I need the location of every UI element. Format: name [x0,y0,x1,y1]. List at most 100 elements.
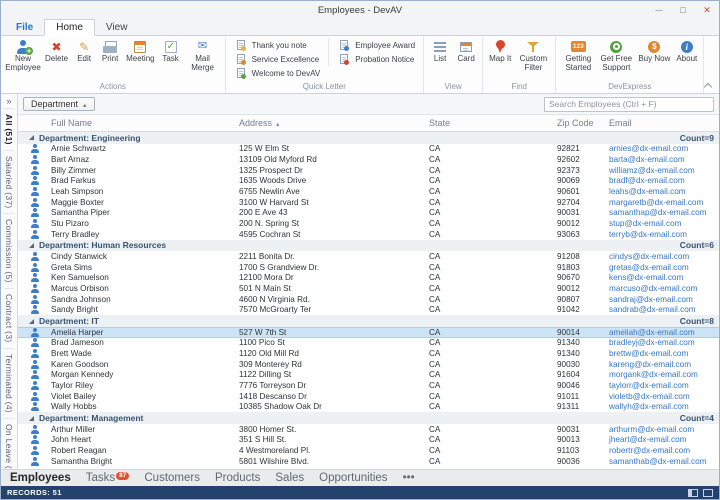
email-link[interactable]: arthurm@dx-email.com [606,425,719,434]
ribbon-button-new-employee[interactable]: +New Employee [5,38,41,72]
ribbon-button-card[interactable]: Card [454,38,478,64]
table-row[interactable]: Maggie Boxter3100 W Harvard StCA92704mar… [18,197,719,208]
column-header-state[interactable]: State [426,115,554,131]
group-row-department-engineering[interactable]: Department: EngineeringCount=9 [18,132,719,144]
doc-tab-overflow[interactable]: ••• [403,472,415,484]
group-row-department-human-resources[interactable]: Department: Human ResourcesCount=6 [18,240,719,252]
column-header-zip-code[interactable]: Zip Code [554,115,606,131]
table-row[interactable]: Violet Bailey1418 Descanso DrCA91011viol… [18,391,719,402]
table-row[interactable]: Karen Goodson309 Monterey RdCA90030karen… [18,359,719,370]
email-link[interactable]: margaretb@dx-email.com [606,198,719,207]
email-link[interactable]: barta@dx-email.com [606,155,719,164]
table-row[interactable]: Samantha Bright5801 Wilshire Blvd.CA9003… [18,456,719,467]
email-link[interactable]: bradf@dx-email.com [606,176,719,185]
email-link[interactable]: marcuso@dx-email.com [606,284,719,293]
table-row[interactable]: Morgan Kennedy1122 Dilling StCA91604morg… [18,370,719,381]
table-row[interactable]: Greta Sims1700 S Grandview Dr.CA91803gre… [18,262,719,273]
table-row[interactable]: Sandra Johnson4600 N Virginia Rd.CA90807… [18,294,719,305]
quick-letter-welcome-to-devav[interactable]: Welcome to DevAV [230,66,325,80]
quick-letter-probation-notice[interactable]: Probation Notice [333,52,419,66]
ribbon-button-delete[interactable]: ✖Delete [43,38,70,64]
email-link[interactable]: jheart@dx-email.com [606,435,719,444]
table-row[interactable]: John Heart351 S Hill St.CA90013jheart@dx… [18,435,719,446]
table-row[interactable]: Taylor Riley7776 Torreyson DrCA90046tayl… [18,380,719,391]
table-row[interactable]: Sandy Bright7570 McGroarty TerCA91042san… [18,305,719,316]
group-by-chip-department[interactable]: Department [23,97,95,111]
ribbon-button-edit[interactable]: ✎Edit [72,38,96,64]
ribbon-button-meeting[interactable]: Meeting [124,38,156,64]
search-input[interactable] [544,97,714,112]
table-row[interactable]: Amelia Harper527 W 7th StCA90014ameliah@… [18,327,719,338]
email-link[interactable]: taylorr@dx-email.com [606,381,719,390]
group-row-department-it[interactable]: Department: ITCount=8 [18,315,719,327]
email-link[interactable]: terryb@dx-email.com [606,230,719,239]
layout-grid-icon[interactable] [688,489,698,497]
table-row[interactable]: Wally Hobbs10385 Shadow Oak DrCA91311wal… [18,402,719,413]
email-link[interactable]: robertr@dx-email.com [606,446,719,455]
quick-letter-thank-you-note[interactable]: Thank you note [230,38,325,52]
ribbon-button-buy-now[interactable]: $Buy Now [636,38,672,64]
doc-tab-sales[interactable]: Sales [275,472,304,484]
column-header-address[interactable]: Address [236,115,426,131]
ribbon-tab-view[interactable]: View [95,20,139,35]
email-link[interactable]: sandrab@dx-email.com [606,305,719,314]
column-header-row-icon[interactable] [18,115,48,131]
ribbon-button-task[interactable]: Task [159,38,183,64]
sidebar-item-all-51[interactable]: All (51) [4,108,14,150]
sidebar-expand-icon[interactable]: » [6,94,11,108]
table-row[interactable]: Terry Bradley4595 Cochran StCA93063terry… [18,229,719,240]
close-icon[interactable] [695,1,719,19]
sidebar-item-terminated-4[interactable]: Terminated (4) [4,348,14,418]
ribbon-button-getting-started[interactable]: 123Getting Started [560,38,596,72]
sidebar-item-salaried-37[interactable]: Salaried (37) [4,150,14,214]
email-link[interactable]: samanthab@dx-email.com [606,457,719,466]
email-link[interactable]: williamz@dx-email.com [606,166,719,175]
doc-tab-tasks[interactable]: Tasks87 [86,472,130,484]
ribbon-button-print[interactable]: Print [98,38,122,64]
ribbon-button-about[interactable]: iAbout [674,38,699,64]
email-link[interactable]: stup@dx-email.com [606,219,719,228]
email-link[interactable]: gretas@dx-email.com [606,263,719,272]
ribbon-button-get-free-support[interactable]: Get Free Support [598,38,634,72]
group-row-department-management[interactable]: Department: ManagementCount=4 [18,412,719,424]
minimize-icon[interactable] [647,1,671,19]
email-link[interactable]: arnies@dx-email.com [606,144,719,153]
layout-panel-icon[interactable] [703,489,713,497]
ribbon-button-custom-filter[interactable]: Custom Filter [515,38,551,72]
email-link[interactable]: morgank@dx-email.com [606,370,719,379]
table-row[interactable]: Arthur Miller3800 Homer St.CA90031arthur… [18,424,719,435]
group-expand-icon[interactable] [29,135,34,140]
group-expand-icon[interactable] [29,243,34,248]
doc-tab-customers[interactable]: Customers [144,472,200,484]
email-link[interactable]: sandraj@dx-email.com [606,295,719,304]
email-link[interactable]: kens@dx-email.com [606,273,719,282]
table-row[interactable]: Marcus Orbison501 N Main StCA90012marcus… [18,283,719,294]
ribbon-tab-file[interactable]: File [5,20,44,35]
email-link[interactable]: ameliah@dx-email.com [606,328,719,337]
table-row[interactable]: Brett Wade1120 Old Mill RdCA91340brettw@… [18,348,719,359]
table-row[interactable]: Billy Zimmer1325 Prospect DrCA92373willi… [18,165,719,176]
group-expand-icon[interactable] [29,416,34,421]
email-link[interactable]: kareng@dx-email.com [606,360,719,369]
column-header-email[interactable]: Email [606,115,719,131]
email-link[interactable]: brettw@dx-email.com [606,349,719,358]
ribbon-button-list[interactable]: List [428,38,452,64]
table-row[interactable]: Leah Simpson6755 Newlin AveCA90601leahs@… [18,186,719,197]
ribbon-button-map-it[interactable]: Map It [487,38,513,64]
sidebar-item-commission-5[interactable]: Commission (5) [4,213,14,288]
sidebar-item-contract-3[interactable]: Contract (3) [4,288,14,347]
table-row[interactable]: Cindy Stanwick2211 Bonita Dr.CA91208cind… [18,251,719,262]
email-link[interactable]: wallyh@dx-email.com [606,402,719,411]
email-link[interactable]: bradleyj@dx-email.com [606,338,719,347]
quick-letter-employee-award[interactable]: Employee Award [333,38,419,52]
table-row[interactable]: Brad Jameson1100 Pico StCA91340bradleyj@… [18,338,719,349]
email-link[interactable]: cindys@dx-email.com [606,252,719,261]
email-link[interactable]: leahs@dx-email.com [606,187,719,196]
email-link[interactable]: samanthap@dx-email.com [606,208,719,217]
doc-tab-employees[interactable]: Employees [10,472,71,484]
table-row[interactable]: Bart Arnaz13109 Old Myford RdCA92602bart… [18,154,719,165]
group-expand-icon[interactable] [29,319,34,324]
maximize-icon[interactable] [671,1,695,19]
quick-letter-service-excellence[interactable]: Service Excellence [230,52,325,66]
column-header-full-name[interactable]: Full Name [48,115,236,131]
